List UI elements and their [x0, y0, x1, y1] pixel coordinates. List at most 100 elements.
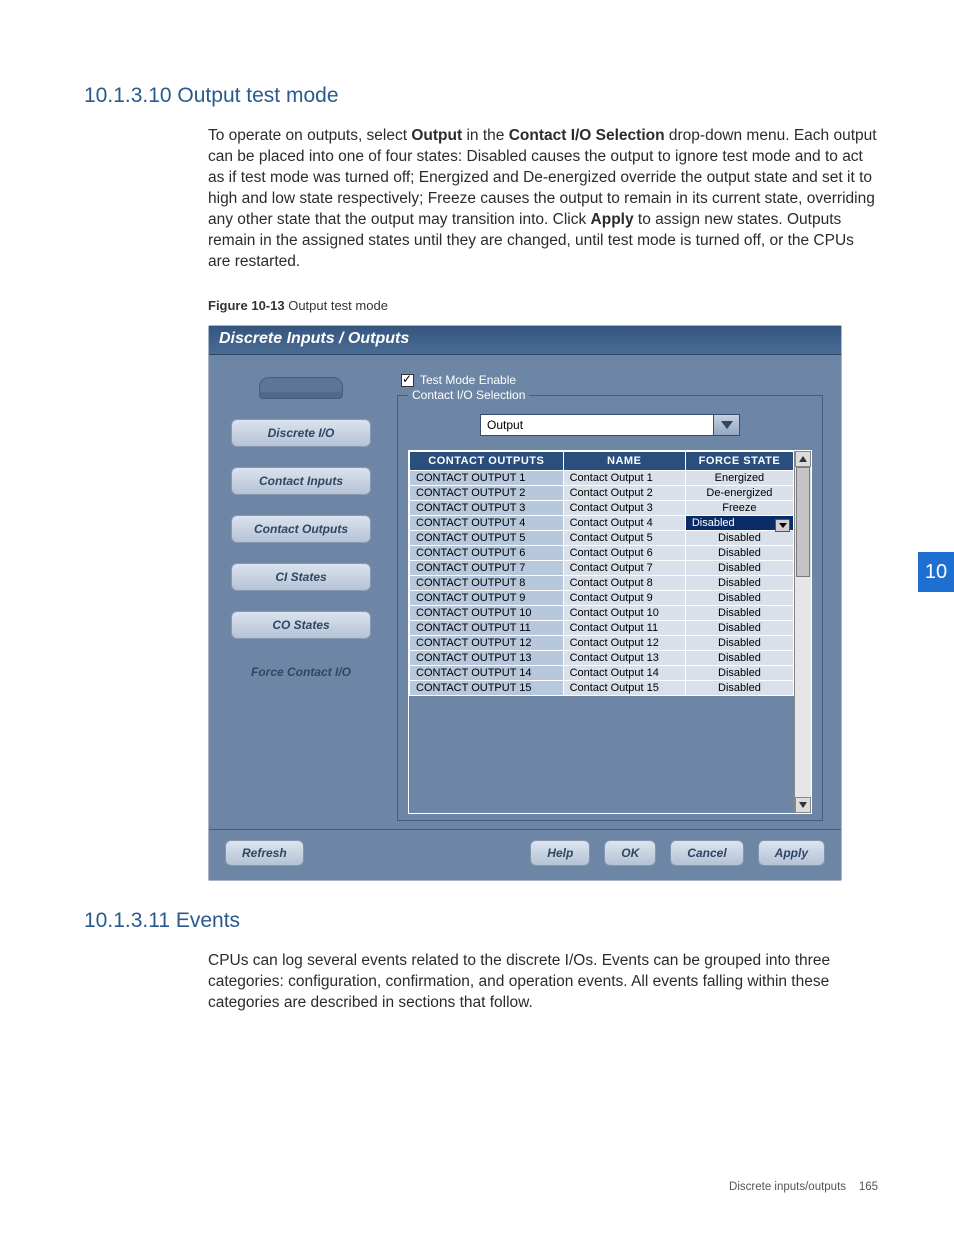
cell-contact-output-name: Contact Output 2	[563, 486, 685, 501]
ci-states-button[interactable]: CI States	[231, 563, 371, 591]
discrete-io-panel: Discrete Inputs / Outputs Discrete I/O C…	[208, 325, 842, 881]
cell-contact-output-name: Contact Output 1	[563, 471, 685, 486]
figure-title: Output test mode	[285, 298, 388, 313]
table-row[interactable]: CONTACT OUTPUT 5Contact Output 5Disabled	[410, 531, 794, 546]
table-row[interactable]: CONTACT OUTPUT 14Contact Output 14Disabl…	[410, 666, 794, 681]
table-row[interactable]: CONTACT OUTPUT 11Contact Output 11Disabl…	[410, 621, 794, 636]
table-row[interactable]: CONTACT OUTPUT 7Contact Output 7Disabled	[410, 561, 794, 576]
cell-contact-output-id: CONTACT OUTPUT 15	[410, 681, 564, 696]
sidebar-decoration	[259, 377, 343, 399]
cell-contact-output-id: CONTACT OUTPUT 3	[410, 501, 564, 516]
page-footer: Discrete inputs/outputs 165	[729, 1181, 878, 1193]
table-row[interactable]: CONTACT OUTPUT 1Contact Output 1Energize…	[410, 471, 794, 486]
apply-button[interactable]: Apply	[758, 840, 825, 866]
contact-io-selection-fieldset: Contact I/O Selection Output	[397, 395, 823, 821]
cell-force-state[interactable]: Disabled	[685, 591, 793, 606]
contact-outputs-button[interactable]: Contact Outputs	[231, 515, 371, 543]
table-row[interactable]: CONTACT OUTPUT 3Contact Output 3Freeze	[410, 501, 794, 516]
cell-force-state[interactable]: Disabled	[685, 666, 793, 681]
cell-force-state[interactable]: Disabled	[685, 546, 793, 561]
cell-contact-output-id: CONTACT OUTPUT 12	[410, 636, 564, 651]
table-row[interactable]: CONTACT OUTPUT 13Contact Output 13Disabl…	[410, 651, 794, 666]
text: To operate on outputs, select	[208, 127, 411, 144]
outputs-table-wrap: CONTACT OUTPUTS NAME FORCE STATE CONTACT…	[408, 450, 812, 814]
text: in the	[462, 127, 509, 144]
table-row[interactable]: CONTACT OUTPUT 4Contact Output 4Disabled	[410, 516, 794, 531]
cell-contact-output-id: CONTACT OUTPUT 8	[410, 576, 564, 591]
cell-contact-output-name: Contact Output 4	[563, 516, 685, 531]
contact-io-selection-dropdown[interactable]: Output	[480, 414, 740, 436]
cell-force-state[interactable]: Disabled	[685, 561, 793, 576]
panel-title: Discrete Inputs / Outputs	[209, 326, 841, 355]
cell-contact-output-name: Contact Output 3	[563, 501, 685, 516]
cell-contact-output-id: CONTACT OUTPUT 4	[410, 516, 564, 531]
table-row[interactable]: CONTACT OUTPUT 10Contact Output 10Disabl…	[410, 606, 794, 621]
sidebar: Discrete I/O Contact Inputs Contact Outp…	[221, 367, 381, 821]
scrollbar-track[interactable]	[795, 467, 811, 797]
cell-contact-output-name: Contact Output 8	[563, 576, 685, 591]
cell-force-state[interactable]: Disabled	[685, 681, 793, 696]
cell-contact-output-id: CONTACT OUTPUT 7	[410, 561, 564, 576]
cell-force-state[interactable]: Disabled	[685, 621, 793, 636]
cell-contact-output-id: CONTACT OUTPUT 6	[410, 546, 564, 561]
cell-force-state[interactable]: Disabled	[685, 651, 793, 666]
cell-force-state[interactable]: Disabled	[685, 636, 793, 651]
scroll-down-icon[interactable]	[795, 797, 811, 813]
text-bold: Contact I/O Selection	[509, 127, 665, 144]
ok-button[interactable]: OK	[604, 840, 656, 866]
figure-caption: Figure 10-13 Output test mode	[208, 298, 878, 313]
table-row[interactable]: CONTACT OUTPUT 12Contact Output 12Disabl…	[410, 636, 794, 651]
chevron-down-icon[interactable]	[713, 415, 739, 435]
footer-page-number: 165	[859, 1181, 878, 1193]
cell-force-state[interactable]: De-energized	[685, 486, 793, 501]
scrollbar-thumb[interactable]	[796, 467, 810, 577]
cell-contact-output-id: CONTACT OUTPUT 11	[410, 621, 564, 636]
help-button[interactable]: Help	[530, 840, 590, 866]
section-heading-output-test-mode: 10.1.3.10 Output test mode	[84, 84, 878, 108]
scroll-up-icon[interactable]	[795, 451, 811, 467]
cell-contact-output-id: CONTACT OUTPUT 14	[410, 666, 564, 681]
co-states-button[interactable]: CO States	[231, 611, 371, 639]
figure-number: Figure 10-13	[208, 298, 285, 313]
cell-contact-output-id: CONTACT OUTPUT 13	[410, 651, 564, 666]
refresh-button[interactable]: Refresh	[225, 840, 304, 866]
section-heading-events: 10.1.3.11 Events	[84, 909, 878, 933]
cell-force-state[interactable]: Energized	[685, 471, 793, 486]
cell-contact-output-name: Contact Output 10	[563, 606, 685, 621]
cell-force-state[interactable]: Freeze	[685, 501, 793, 516]
force-contact-io-label: Force Contact I/O	[251, 665, 351, 679]
fieldset-legend: Contact I/O Selection	[408, 388, 529, 402]
cancel-button[interactable]: Cancel	[670, 840, 743, 866]
cell-contact-output-id: CONTACT OUTPUT 2	[410, 486, 564, 501]
cell-contact-output-name: Contact Output 12	[563, 636, 685, 651]
table-row[interactable]: CONTACT OUTPUT 15Contact Output 15Disabl…	[410, 681, 794, 696]
table-row[interactable]: CONTACT OUTPUT 6Contact Output 6Disabled	[410, 546, 794, 561]
chapter-tab: 10	[918, 552, 954, 592]
cell-contact-output-id: CONTACT OUTPUT 5	[410, 531, 564, 546]
test-mode-enable-checkbox[interactable]	[401, 374, 414, 387]
cell-force-state[interactable]: Disabled	[685, 606, 793, 621]
text-bold: Output	[411, 127, 462, 144]
cell-force-state[interactable]: Disabled	[685, 531, 793, 546]
cell-force-state[interactable]: Disabled	[685, 576, 793, 591]
table-row[interactable]: CONTACT OUTPUT 9Contact Output 9Disabled	[410, 591, 794, 606]
vertical-scrollbar[interactable]	[794, 451, 811, 813]
test-mode-enable-label: Test Mode Enable	[420, 373, 516, 387]
cell-contact-output-name: Contact Output 11	[563, 621, 685, 636]
panel-footer: Refresh Help OK Cancel Apply	[209, 829, 841, 880]
cell-contact-output-name: Contact Output 15	[563, 681, 685, 696]
table-row[interactable]: CONTACT OUTPUT 8Contact Output 8Disabled	[410, 576, 794, 591]
cell-contact-output-name: Contact Output 9	[563, 591, 685, 606]
body-paragraph: CPUs can log several events related to t…	[208, 951, 878, 1014]
col-header-contact-outputs: CONTACT OUTPUTS	[410, 452, 564, 471]
discrete-io-button[interactable]: Discrete I/O	[231, 419, 371, 447]
cell-contact-output-name: Contact Output 5	[563, 531, 685, 546]
body-paragraph: To operate on outputs, select Output in …	[208, 126, 878, 272]
col-header-name: NAME	[563, 452, 685, 471]
table-row[interactable]: CONTACT OUTPUT 2Contact Output 2De-energ…	[410, 486, 794, 501]
cell-contact-output-name: Contact Output 13	[563, 651, 685, 666]
footer-text: Discrete inputs/outputs	[729, 1181, 846, 1193]
cell-contact-output-name: Contact Output 7	[563, 561, 685, 576]
cell-force-state[interactable]: Disabled	[685, 516, 793, 531]
contact-inputs-button[interactable]: Contact Inputs	[231, 467, 371, 495]
